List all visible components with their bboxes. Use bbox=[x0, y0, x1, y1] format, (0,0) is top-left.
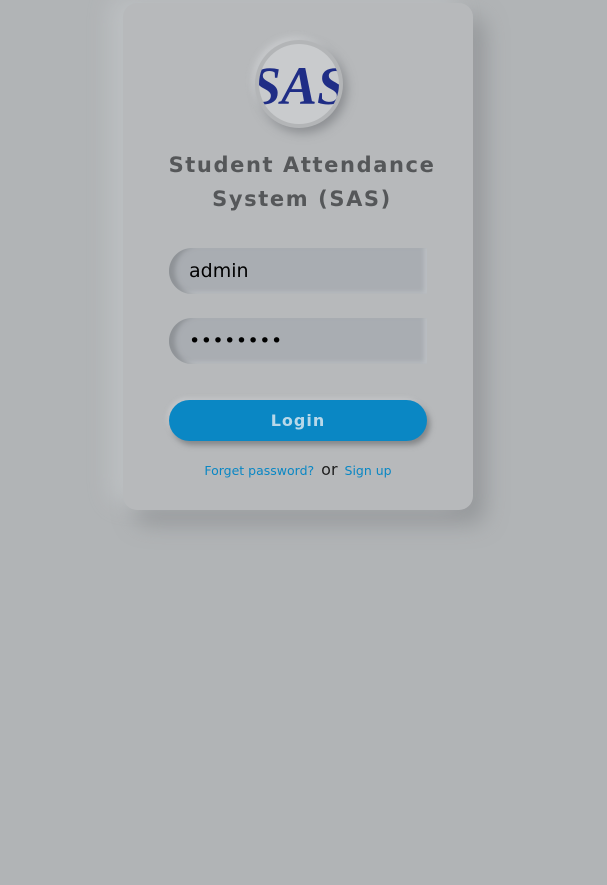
page-title: Student Attendance System (SAS) bbox=[123, 148, 481, 216]
login-button[interactable]: Login bbox=[169, 400, 427, 441]
login-card: SAS Student Attendance System (SAS) Logi… bbox=[123, 3, 473, 510]
username-input[interactable] bbox=[169, 248, 427, 294]
logo-text: SAS bbox=[259, 56, 339, 116]
password-input[interactable] bbox=[169, 318, 427, 364]
signup-link[interactable]: Sign up bbox=[345, 463, 392, 478]
or-separator: or bbox=[321, 460, 338, 479]
title-line-2: System (SAS) bbox=[212, 187, 392, 211]
sas-logo-graphic: SAS bbox=[259, 56, 339, 116]
title-line-1: Student Attendance bbox=[168, 153, 436, 177]
logo-ring: SAS bbox=[255, 40, 343, 128]
forgot-password-link[interactable]: Forget password? bbox=[204, 463, 314, 478]
auth-links: Forget password? or Sign up bbox=[123, 460, 473, 479]
sas-logo: SAS bbox=[259, 44, 339, 124]
